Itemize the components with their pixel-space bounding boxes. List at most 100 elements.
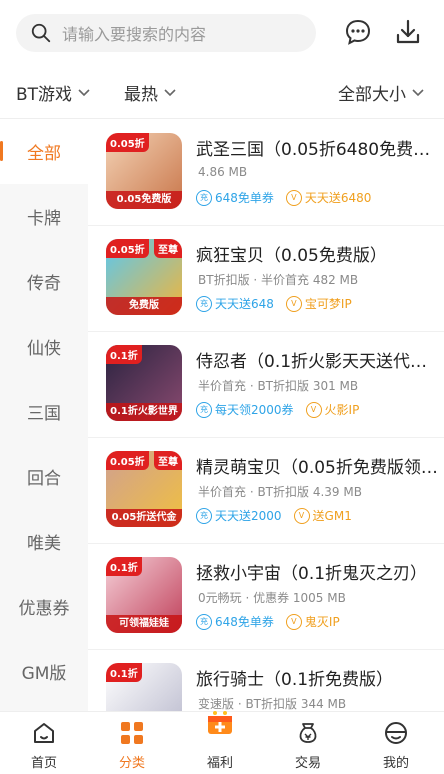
sidebar-item-label: 全部 (27, 144, 61, 164)
icon-band: 0.05折送代金 (106, 509, 182, 527)
vip-badge-icon: V (293, 507, 310, 524)
game-meta: 4.86 MB (198, 165, 248, 179)
vip-tag: V 天天送6480 (285, 189, 371, 206)
sort-filter[interactable]: 最热 (124, 80, 177, 105)
list-item[interactable]: 0.1折 可领福娃娃 拯救小宇宙（0.1折鬼灭之刃） 0元畅玩 · 优惠券 10… (88, 543, 444, 650)
game-icon: 0.05折 0.05免费版 (106, 133, 182, 209)
filter-bar: BT游戏 最热 全部大小 (0, 64, 444, 119)
premium-tag: 至尊 (154, 451, 182, 470)
sidebar-item-card[interactable]: 卡牌 (0, 184, 88, 249)
sidebar-item-xianxia[interactable]: 仙侠 (0, 314, 88, 379)
coupon-tag-label: 每天领2000券 (215, 403, 294, 417)
sidebar-item-gm[interactable]: GM版 (0, 639, 88, 704)
top-bar: 请输入要搜索的内容 (0, 0, 444, 64)
sidebar-item-label: 卡牌 (27, 209, 61, 229)
sidebar-item-label: 回合 (27, 469, 61, 489)
list-item[interactable]: 0.05折 至尊 0.05折送代金 精灵萌宝贝（0.05折免费版领GM1） 半价… (88, 437, 444, 544)
game-tags: 充每天领2000券 V 火影IP (196, 401, 359, 418)
coupon-tag-label: 天天送648 (215, 297, 274, 311)
nav-home[interactable]: 首页 (0, 712, 88, 774)
coupon-tag: 充 648免单券 (196, 613, 274, 630)
category-icon (121, 722, 143, 744)
search-input[interactable]: 请输入要搜索的内容 (16, 14, 316, 52)
vip-tag-label: 送GM1 (312, 509, 352, 523)
vip-badge-icon: V (285, 189, 302, 206)
vip-tag: V 宝可梦IP (285, 295, 352, 312)
icon-band: 免费版 (106, 297, 182, 315)
nav-trade[interactable]: 交易 (264, 712, 352, 774)
chevron-down-icon (164, 88, 176, 96)
nav-category[interactable]: 分类 (88, 712, 176, 774)
sidebar-item-coupon[interactable]: 优惠券 (0, 574, 88, 639)
sidebar-item-label: 三国 (27, 404, 61, 424)
sidebar-item-label: 仙侠 (27, 339, 61, 359)
game-meta: 半价首充 · BT折扣版 301 MB (198, 379, 359, 393)
sidebar-item-label: GM版 (21, 664, 67, 684)
sidebar-item-legend[interactable]: 传奇 (0, 249, 88, 314)
coupon-tag: 充天天送648 (196, 295, 274, 312)
vip-badge-icon: V (305, 401, 322, 418)
vip-badge-icon: V (285, 613, 302, 630)
download-icon[interactable] (394, 18, 422, 46)
nav-label: 首页 (30, 756, 57, 771)
game-icon: 0.05折 至尊 免费版 (106, 239, 182, 315)
sidebar-item-label: 唯美 (27, 534, 61, 554)
chevron-down-icon (78, 88, 90, 96)
game-icon: 0.05折 至尊 0.05折送代金 (106, 451, 182, 527)
coupon-badge-icon: 充 (196, 507, 212, 524)
coupon-tag: 充每天领2000券 (196, 401, 294, 418)
category-sidebar: 全部 卡牌 传奇 仙侠 三国 回合 唯美 优惠券 GM版 (0, 119, 88, 711)
discount-tag: 0.05折 (106, 451, 149, 470)
platform-filter[interactable]: BT游戏 (16, 80, 91, 105)
game-icon: 0.1折 0.1折火影世界 (106, 345, 182, 421)
coupon-tag: 充 648免单券 (196, 189, 274, 206)
game-title: 侍忍者（0.1折火影天天送代金券） (196, 352, 442, 372)
sidebar-item-turn-based[interactable]: 回合 (0, 444, 88, 509)
size-filter[interactable]: 全部大小 (338, 80, 425, 105)
list-item[interactable]: 0.05折 0.05免费版 武圣三国（0.05折6480免费版） 4.86 MB… (88, 119, 444, 226)
game-title: 武圣三国（0.05折6480免费版） (196, 140, 442, 160)
list-item[interactable]: 0.05折 至尊 免费版 疯狂宝贝（0.05免费版） BT折扣版 · 半价首充 … (88, 225, 444, 332)
coupon-tag: 充天天送2000 (196, 507, 282, 524)
game-tags: 充天天送648 V 宝可梦IP (196, 295, 352, 312)
nav-label: 我的 (382, 756, 409, 771)
coupon-tag-label: 天天送2000 (215, 509, 282, 523)
discount-tag: 0.1折 (106, 345, 142, 364)
list-item[interactable]: 0.1折 0.1折火影世界 侍忍者（0.1折火影天天送代金券） 半价首充 · B… (88, 331, 444, 438)
coupon-badge-icon: 充 (196, 401, 212, 418)
sidebar-item-all[interactable]: 全部 (0, 119, 88, 184)
sort-filter-label: 最热 (124, 85, 158, 105)
trade-icon (299, 723, 317, 743)
vip-tag-label: 宝可梦IP (304, 297, 352, 311)
game-list: 0.05折 0.05免费版 武圣三国（0.05折6480免费版） 4.86 MB… (88, 119, 444, 711)
profile-icon (385, 722, 407, 744)
game-icon: 0.1折 可领福娃娃 (106, 557, 182, 633)
game-meta: 半价首充 · BT折扣版 4.39 MB (198, 485, 362, 499)
home-icon (34, 723, 54, 743)
game-title: 疯狂宝贝（0.05免费版） (196, 246, 387, 266)
nav-profile[interactable]: 我的 (352, 712, 440, 774)
sidebar-item-three-kingdoms[interactable]: 三国 (0, 379, 88, 444)
sidebar-item-label: 优惠券 (18, 599, 70, 619)
game-title: 拯救小宇宙（0.1折鬼灭之刃） (196, 564, 428, 584)
message-icon[interactable] (344, 18, 372, 46)
nav-label: 福利 (206, 756, 233, 771)
game-title: 旅行骑士（0.1折免费版） (196, 670, 394, 690)
nav-label: 交易 (294, 756, 321, 771)
vip-tag: V 鬼灭IP (285, 613, 340, 630)
discount-tag: 0.1折 (106, 663, 142, 682)
coupon-tag-label: 648免单券 (215, 615, 274, 629)
game-icon: 0.1折 (106, 663, 182, 711)
list-item[interactable]: 0.1折 旅行骑士（0.1折免费版） 变速版 · BT折扣版 344 MB (88, 649, 444, 711)
discount-tag: 0.05折 (106, 133, 149, 152)
icon-band: 0.05免费版 (106, 191, 182, 209)
game-meta: BT折扣版 · 半价首充 482 MB (198, 273, 359, 287)
sidebar-item-beautiful[interactable]: 唯美 (0, 509, 88, 574)
icon-band: 0.1折火影世界 (106, 403, 182, 421)
game-tags: 充 648免单券 V 天天送6480 (196, 189, 371, 206)
vip-tag: V 送GM1 (293, 507, 352, 524)
game-tags: 充天天送2000 V 送GM1 (196, 507, 352, 524)
nav-label: 分类 (118, 756, 145, 771)
nav-welfare[interactable]: 福利 (176, 711, 264, 774)
size-filter-label: 全部大小 (338, 85, 406, 105)
